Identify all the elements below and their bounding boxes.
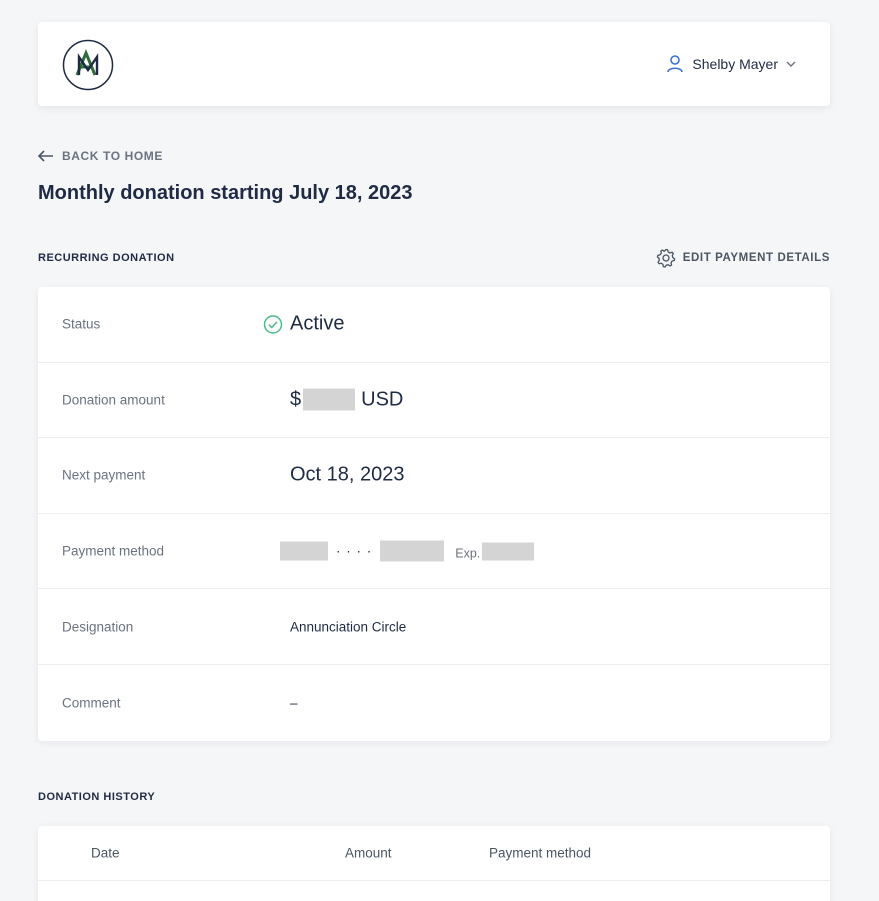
gear-icon — [656, 248, 675, 268]
donation-amount-value: $ USD — [290, 388, 403, 411]
next-payment-value: Oct 18, 2023 — [290, 463, 405, 486]
next-payment-row: Next payment Oct 18, 2023 — [38, 438, 830, 514]
comment-row: Comment – — [38, 665, 830, 741]
payment-method-label: Payment method — [62, 543, 165, 559]
currency-symbol: $ — [290, 388, 302, 411]
status-value: Active — [263, 313, 344, 336]
edit-payment-details-label: EDIT PAYMENT DETAILS — [682, 252, 830, 264]
payment-method-row: Payment method · · · · Exp. — [38, 514, 830, 590]
designation-row: Designation Annunciation Circle — [38, 589, 830, 665]
recurring-donation-card: Status Active Donation amount $ USD Next… — [38, 287, 830, 741]
card-number-dots: · · · · — [336, 543, 373, 559]
arrow-left-icon — [38, 150, 53, 162]
column-header-payment-method[interactable]: Payment method — [489, 846, 591, 861]
page-title: Monthly donation starting July 18, 2023 — [38, 182, 413, 204]
top-header: Shelby Mayer — [38, 22, 830, 106]
organization-logo[interactable] — [62, 39, 114, 91]
donation-amount-row: Donation amount $ USD — [38, 363, 830, 439]
payment-method-value: · · · · Exp. — [280, 540, 535, 562]
chevron-down-icon — [786, 61, 796, 67]
next-payment-label: Next payment — [62, 467, 146, 483]
redacted-card-brand — [280, 541, 328, 561]
user-menu[interactable]: Shelby Mayer — [666, 52, 796, 76]
check-circle-icon — [263, 315, 283, 334]
designation-label: Designation — [62, 619, 134, 635]
redacted-amount — [303, 388, 356, 411]
currency-code: USD — [361, 388, 404, 411]
redacted-expiration — [482, 542, 535, 561]
back-to-home-label: BACK TO HOME — [62, 149, 163, 163]
donation-amount-label: Donation amount — [62, 392, 165, 408]
status-label: Status — [62, 316, 101, 332]
status-text: Active — [290, 312, 345, 335]
recurring-donation-heading: RECURRING DONATION — [38, 252, 175, 264]
column-header-amount[interactable]: Amount — [345, 846, 392, 861]
column-header-date[interactable]: Date — [91, 846, 120, 861]
designation-value: Annunciation Circle — [290, 619, 407, 635]
donation-history-heading: DONATION HISTORY — [38, 791, 156, 803]
back-to-home-link[interactable]: BACK TO HOME — [38, 147, 163, 165]
donation-history-table: Date Amount Payment method — [38, 826, 830, 901]
comment-label: Comment — [62, 695, 121, 711]
expiration-label: Exp. — [455, 546, 481, 561]
user-icon — [667, 55, 684, 73]
user-name: Shelby Mayer — [692, 56, 778, 72]
redacted-card-last4 — [380, 540, 445, 562]
status-row: Status Active — [38, 287, 830, 363]
edit-payment-details-button[interactable]: EDIT PAYMENT DETAILS — [656, 247, 830, 269]
comment-value: – — [290, 695, 298, 711]
history-table-header: Date Amount Payment method — [38, 826, 830, 881]
